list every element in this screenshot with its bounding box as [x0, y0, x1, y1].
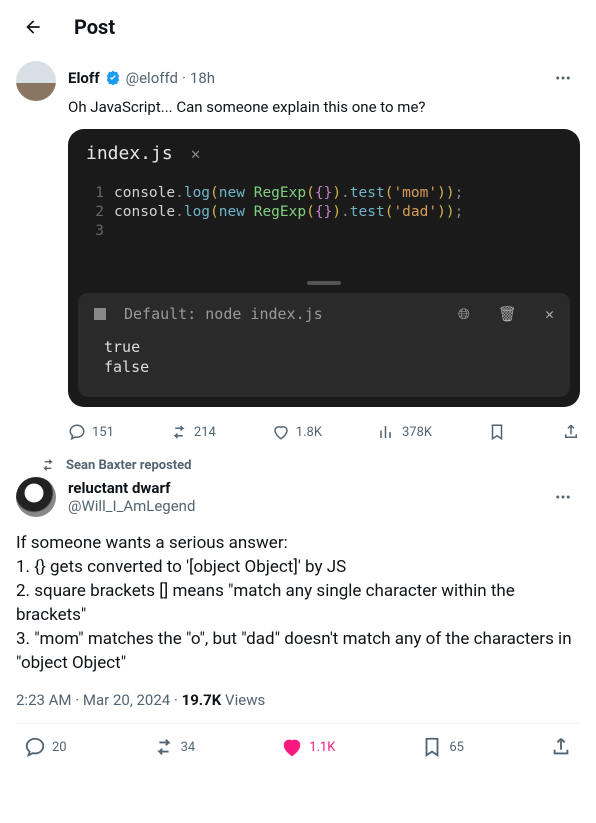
more-button[interactable] — [546, 480, 580, 514]
repost-icon — [170, 423, 188, 441]
action-bar: 20 34 1.1K 65 — [16, 724, 580, 770]
repost-icon — [153, 736, 175, 758]
display-name[interactable]: Eloff — [68, 69, 100, 87]
terminal-title: Default: node index.js — [124, 305, 323, 323]
handle[interactable]: @Will_I_AmLegend — [68, 497, 195, 515]
page-title: Post — [74, 15, 115, 39]
heart-icon — [281, 736, 303, 758]
timestamp[interactable]: 18h — [190, 69, 215, 87]
bookmark-icon — [488, 423, 506, 441]
arrow-left-icon — [23, 17, 43, 37]
like-button[interactable]: 1.1K — [281, 736, 335, 758]
verified-badge-icon — [104, 69, 122, 87]
avatar[interactable] — [16, 477, 56, 517]
tweet-meta[interactable]: 2:23 AM · Mar 20, 2024 · 19.7K Views — [16, 691, 580, 709]
views-button[interactable]: 378K — [378, 423, 432, 441]
share-icon — [550, 736, 572, 758]
close-icon: ✕ — [545, 305, 554, 323]
close-icon: ✕ — [191, 144, 201, 163]
quoted-tweet[interactable]: Eloff @eloffd · 18h Oh JavaScript... Can… — [0, 53, 596, 449]
drag-handle-icon — [307, 281, 341, 285]
tweet-text: If someone wants a serious answer: 1. {}… — [16, 531, 580, 675]
handle[interactable]: @eloffd — [126, 69, 178, 87]
reply-button[interactable]: 20 — [24, 736, 67, 758]
more-button[interactable] — [546, 61, 580, 95]
ellipsis-icon — [554, 69, 572, 87]
ellipsis-icon — [554, 488, 572, 506]
reply-button[interactable]: 151 — [68, 423, 114, 441]
reply-icon — [68, 423, 86, 441]
main-tweet: reluctant dwarf @Will_I_AmLegend If some… — [0, 473, 596, 770]
bookmark-button[interactable]: 65 — [421, 736, 464, 758]
chart-icon — [378, 423, 396, 441]
back-button[interactable] — [16, 10, 50, 44]
bookmark-button[interactable] — [488, 423, 506, 441]
heart-icon — [272, 423, 290, 441]
like-button[interactable]: 1.8K — [272, 423, 322, 441]
bookmark-icon — [421, 736, 443, 758]
avatar[interactable] — [16, 61, 56, 101]
display-name[interactable]: reluctant dwarf — [68, 479, 195, 497]
share-button[interactable] — [550, 736, 572, 758]
trash-icon: 🗑 — [498, 305, 517, 323]
repost-attribution[interactable]: Sean Baxter reposted — [0, 457, 596, 473]
terminal-panel: Default: node index.js 🌐︎ 🗑 ✕ true false — [78, 293, 570, 397]
code-filename: index.js — [86, 143, 173, 164]
share-icon — [562, 423, 580, 441]
repost-button[interactable]: 214 — [170, 423, 216, 441]
repost-button[interactable]: 34 — [153, 736, 196, 758]
action-bar: 151 214 1.8K 378K — [68, 415, 580, 445]
code-image[interactable]: index.js ✕ 1console.log(new RegExp({}).t… — [68, 129, 580, 407]
repost-icon — [40, 457, 56, 473]
globe-icon: 🌐︎ — [458, 305, 470, 323]
stop-icon — [94, 308, 106, 320]
share-button[interactable] — [562, 423, 580, 441]
code-block: 1console.log(new RegExp({}).test('mom'))… — [68, 178, 580, 281]
reply-icon — [24, 736, 46, 758]
tweet-text: Oh JavaScript... Can someone explain thi… — [68, 97, 580, 117]
